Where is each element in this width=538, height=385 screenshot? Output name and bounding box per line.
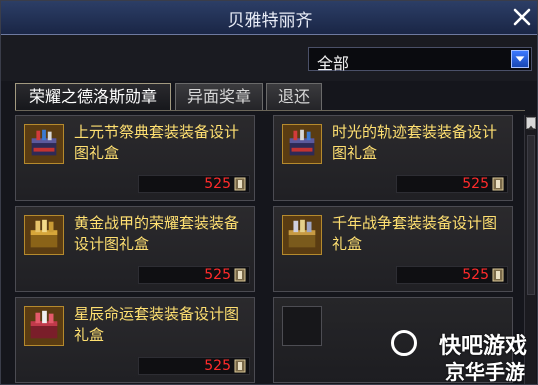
item-price: 525 — [204, 358, 231, 374]
filter-selected-value: 全部 — [317, 54, 350, 73]
chevron-down-icon — [515, 56, 525, 62]
gift-box-icon — [24, 306, 64, 346]
title-bar: 贝雅特丽齐 — [1, 1, 537, 35]
item-price: 525 — [204, 267, 231, 283]
empty-item-slot — [282, 306, 322, 346]
item-name: 上元节祭典套装装备设计图礼盒 — [74, 123, 240, 162]
gift-box-icon — [24, 124, 64, 164]
scroll-up-button[interactable] — [526, 117, 536, 130]
item-price: 525 — [204, 176, 231, 192]
item-card[interactable]: 千年战争套装装备设计图礼盒 525 — [273, 206, 513, 292]
gift-box-icon — [282, 124, 322, 164]
gift-box-icon — [24, 215, 64, 255]
item-price-bar: 525 — [138, 357, 250, 375]
window-title: 贝雅特丽齐 — [227, 11, 313, 31]
item-name: 星辰命运套装装备设计图礼盒 — [74, 305, 240, 344]
item-card[interactable]: 上元节祭典套装装备设计图礼盒 525 — [15, 115, 255, 201]
item-price-bar: 525 — [138, 266, 250, 284]
item-name: 黄金战甲的荣耀套装装备设计图礼盒 — [74, 214, 240, 253]
medal-currency-icon — [492, 177, 504, 191]
watermark-line2: 京华手游 — [445, 360, 525, 384]
item-price: 525 — [462, 267, 489, 283]
tab-alien-medal[interactable]: 异面奖章 — [175, 83, 263, 111]
item-price: 525 — [462, 176, 489, 192]
tab-refund[interactable]: 退还 — [266, 83, 322, 111]
item-name: 时光的轨迹套装装备设计图礼盒 — [332, 123, 498, 162]
item-card[interactable]: 黄金战甲的荣耀套装装备设计图礼盒 525 — [15, 206, 255, 292]
item-price-bar: 525 — [396, 175, 508, 193]
medal-currency-icon — [234, 268, 246, 282]
item-card[interactable]: 星辰命运套装装备设计图礼盒 525 — [15, 297, 255, 383]
item-name: 千年战争套装装备设计图礼盒 — [332, 214, 498, 253]
tab-divider — [15, 110, 525, 111]
item-card[interactable]: 时光的轨迹套装装备设计图礼盒 525 — [273, 115, 513, 201]
medal-currency-icon — [234, 177, 246, 191]
item-price-bar: 525 — [138, 175, 250, 193]
medal-currency-icon — [234, 359, 246, 373]
close-icon[interactable] — [511, 6, 533, 28]
filter-dropdown[interactable]: 全部 — [308, 47, 532, 73]
item-price-bar: 525 — [396, 266, 508, 284]
scroll-thumb[interactable] — [527, 135, 535, 295]
chevron-up-icon — [527, 125, 535, 130]
watermark: 快吧游戏 京华手游 — [391, 328, 531, 384]
dropdown-arrow-button[interactable] — [511, 50, 529, 68]
watermark-logo-icon — [391, 330, 417, 356]
shop-window: 贝雅特丽齐 全部 荣耀之德洛斯勋章 异面奖章 退还 上元节祭典套装装备设计图礼盒… — [0, 0, 538, 385]
gift-box-icon — [282, 215, 322, 255]
tab-dreloth-medal[interactable]: 荣耀之德洛斯勋章 — [15, 83, 171, 111]
medal-currency-icon — [492, 268, 504, 282]
